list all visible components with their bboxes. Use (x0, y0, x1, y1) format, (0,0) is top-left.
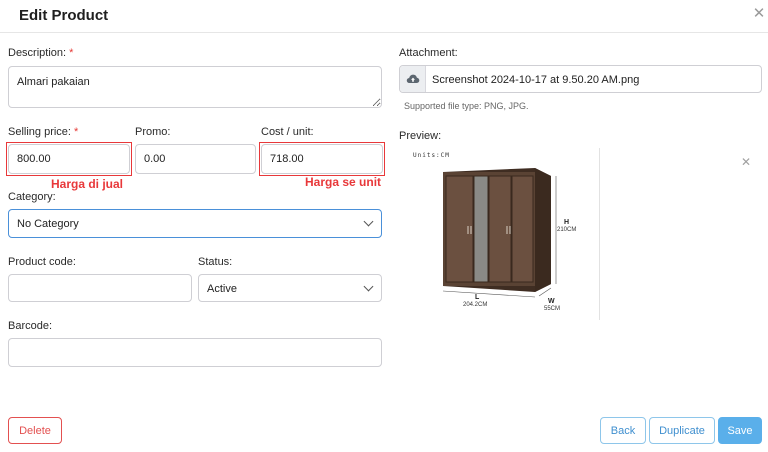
preview-width-value: 55CM (544, 306, 561, 312)
description-label-text: Description: (8, 47, 67, 59)
required-mark: * (74, 126, 79, 138)
chevron-down-icon (363, 216, 374, 227)
status-select[interactable]: Active (198, 274, 382, 302)
cost-unit-label: Cost / unit: (261, 126, 314, 138)
back-button[interactable]: Back (600, 417, 646, 444)
description-textarea[interactable]: Almari pakaian (8, 66, 382, 108)
attachment-filename: Screenshot 2024-10-17 at 9.50.20 AM.png (432, 74, 640, 86)
selling-price-highlight (6, 142, 132, 176)
promo-value: 0.00 (144, 153, 166, 165)
chevron-down-icon (363, 281, 374, 292)
promo-input[interactable]: 0.00 (135, 144, 256, 174)
close-icon[interactable]: ✕ (751, 6, 767, 22)
attachment-label: Attachment: (399, 47, 458, 59)
selling-price-label: Selling price: * (8, 126, 78, 138)
preview-label: Preview: (399, 130, 442, 142)
preview-height-value: 210CM (557, 227, 577, 233)
supported-filetype-note: Supported file type: PNG, JPG. (404, 101, 529, 111)
cost-unit-highlight (259, 142, 385, 176)
product-code-input[interactable] (8, 274, 192, 302)
description-label: Description: * (8, 47, 73, 59)
save-button[interactable]: Save (718, 417, 762, 444)
delete-button[interactable]: Delete (8, 417, 62, 444)
preview-units-label: Units:CM (413, 152, 450, 159)
attachment-file-input[interactable]: Screenshot 2024-10-17 at 9.50.20 AM.png (399, 65, 762, 93)
preview-length-letter: L (475, 294, 480, 301)
product-code-label: Product code: (8, 256, 76, 268)
upload-cloud-icon[interactable] (400, 66, 426, 92)
required-mark: * (69, 47, 74, 59)
category-select[interactable]: No Category (8, 209, 382, 238)
status-label: Status: (198, 256, 233, 268)
category-selected-value: No Category (17, 218, 79, 230)
duplicate-button[interactable]: Duplicate (649, 417, 715, 444)
selling-price-annotation: Harga di jual (51, 177, 124, 191)
category-label: Category: (8, 191, 56, 203)
preview-height-letter: H (564, 219, 570, 226)
barcode-input[interactable] (8, 338, 382, 367)
remove-preview-icon[interactable]: ✕ (741, 155, 751, 169)
dialog-title: Edit Product (19, 7, 109, 24)
preview-image: Units:CM H 210CM L 204.2CM W 55CM (399, 146, 599, 320)
selling-price-label-text: Selling price: (8, 126, 71, 138)
preview-length-value: 204.2CM (463, 302, 488, 308)
promo-label: Promo: (135, 126, 171, 138)
preview-divider (599, 148, 600, 320)
preview-width-letter: W (548, 298, 555, 305)
cost-unit-annotation: Harga se unit (305, 175, 382, 189)
dialog-header: Edit Product ✕ (0, 0, 768, 33)
barcode-label: Barcode: (8, 320, 53, 332)
status-selected-value: Active (207, 283, 237, 295)
